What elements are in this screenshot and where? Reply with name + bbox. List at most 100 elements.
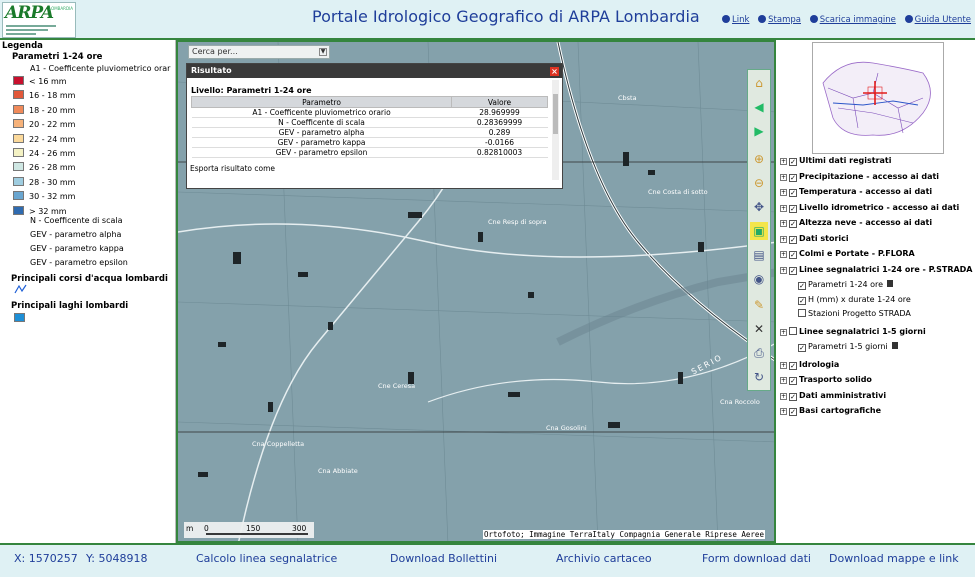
result-scrollbar[interactable] <box>552 80 559 180</box>
layer-checkbox[interactable]: ✓ <box>798 344 806 352</box>
layer-checkbox[interactable]: ✓ <box>789 266 797 275</box>
layer-tree-item[interactable]: Stazioni Progetto STRADA <box>798 309 911 318</box>
measure-icon[interactable]: ✎ <box>750 296 768 314</box>
select-icon[interactable]: ▤ <box>750 246 768 264</box>
layer-tree-item[interactable]: ✓ Parametri 1-5 giorni <box>798 342 898 352</box>
result-param-cell: GEV - parametro kappa <box>191 137 452 148</box>
layer-tree-item[interactable]: + ✓ Basi cartografiche <box>780 406 881 416</box>
layer-checkbox[interactable] <box>798 309 806 317</box>
link-icon <box>722 15 731 23</box>
layer-tree-item[interactable]: + ✓ Temperatura - accesso ai dati <box>780 187 932 197</box>
search-select[interactable]: Cerca per... ▼ <box>188 45 330 59</box>
link-link[interactable]: Link <box>722 15 749 25</box>
layer-checkbox[interactable]: ✓ <box>789 408 797 416</box>
layer-tree-item[interactable]: + ✓ Linee segnalatrici 1-24 ore - P.STRADA <box>780 265 973 275</box>
layer-tree-item[interactable]: + ✓ Idrologia <box>780 360 839 370</box>
overview-map[interactable] <box>812 42 944 154</box>
user-guide-link[interactable]: Guida Utente <box>904 15 971 25</box>
layer-tree-item[interactable]: + ✓ Altezza neve - accesso ai dati <box>780 218 932 228</box>
identify-icon[interactable]: ▣ <box>750 222 768 240</box>
legend-swatch <box>13 191 24 201</box>
table-row: GEV - parametro kappa -0.0166 <box>191 137 548 148</box>
layer-checkbox[interactable]: ✓ <box>789 189 797 197</box>
layer-checkbox[interactable]: ✓ <box>789 251 797 259</box>
user-guide-label: Guida Utente <box>914 15 971 25</box>
map-place-label: Cne Resp di sopra <box>488 218 547 226</box>
header: ARPA LOMBARDIA Portale Idrologico Geogra… <box>0 0 975 40</box>
layer-checkbox[interactable]: ✓ <box>789 361 797 370</box>
map-attribution: Ortofoto; Immagine TerraItaly Compagnia … <box>483 530 765 539</box>
expand-icon[interactable]: + <box>780 392 787 400</box>
scale-label-150: 150 <box>246 524 261 533</box>
arpa-logo[interactable]: ARPA LOMBARDIA <box>2 2 76 38</box>
archivio-cartaceo-link[interactable]: Archivio cartaceo <box>556 552 652 565</box>
layer-tree-item[interactable]: ✓ H (mm) x durate 1-24 ore <box>798 295 911 305</box>
layer-tree-item[interactable]: + Linee segnalatrici 1-5 giorni <box>780 326 926 336</box>
calcolo-linea-link[interactable]: Calcolo linea segnalatrice <box>196 552 337 565</box>
legend-class-label: 28 - 30 mm <box>29 177 76 187</box>
expand-icon[interactable]: + <box>780 173 787 181</box>
back-arrow-icon[interactable]: ◀ <box>750 98 768 116</box>
export-results-link[interactable]: Esporta risultato come <box>190 164 275 173</box>
chevron-down-icon[interactable]: ▼ <box>319 48 327 56</box>
expand-icon[interactable]: + <box>780 361 787 369</box>
expand-icon[interactable]: + <box>780 251 787 258</box>
layer-tree-item[interactable]: + ✓ Precipitazione - accesso ai dati <box>780 172 939 182</box>
table-row: A1 - Coefficente pluviometrico orario 28.… <box>191 107 548 118</box>
info-icon[interactable] <box>891 342 898 349</box>
zoom-in-icon[interactable]: ⊕ <box>750 150 768 168</box>
legend-class-label: 20 - 22 mm <box>29 120 76 130</box>
expand-icon[interactable]: + <box>780 235 787 243</box>
layer-label: Idrologia <box>799 359 840 369</box>
legend-class-label: > 32 mm <box>29 206 67 216</box>
zoom-out-icon[interactable]: ⊖ <box>750 174 768 192</box>
layer-tree-item[interactable]: + ✓ Colmi e Portate - P.FLORA <box>780 249 915 259</box>
layer-checkbox[interactable]: ✓ <box>789 220 797 228</box>
layer-checkbox[interactable]: ✓ <box>789 173 797 182</box>
expand-icon[interactable]: + <box>780 328 787 336</box>
layer-checkbox[interactable]: ✓ <box>789 392 797 401</box>
layer-tree-item[interactable]: + ✓ Dati storici <box>780 234 849 244</box>
pan-icon[interactable]: ✥ <box>750 198 768 216</box>
map-view[interactable]: Cbsta Cne Costa di sotto Cne Resp di sopra… <box>176 40 776 543</box>
layer-label: Ultimi dati registrati <box>799 156 892 165</box>
legend-class: > 32 mm <box>13 205 67 216</box>
xy-coordinate-icon[interactable]: ✕ <box>750 320 768 338</box>
layer-checkbox[interactable]: ✓ <box>798 296 806 305</box>
map-place-label: Cne Costa di sotto <box>648 188 708 196</box>
layer-tree-item[interactable]: ✓ Parametri 1-24 ore <box>798 280 894 290</box>
home-icon[interactable]: ⌂ <box>750 74 768 92</box>
map-place-label: Cne Ceresa <box>378 382 416 390</box>
layer-checkbox[interactable]: ✓ <box>789 158 797 166</box>
info-icon[interactable]: ◉ <box>750 270 768 288</box>
refresh-icon[interactable]: ↻ <box>750 368 768 386</box>
expand-icon[interactable]: + <box>780 408 787 415</box>
layer-checkbox[interactable] <box>789 326 797 335</box>
download-bollettini-link[interactable]: Download Bollettini <box>390 552 497 565</box>
expand-icon[interactable]: + <box>780 158 787 165</box>
info-icon[interactable] <box>887 280 894 287</box>
download-mappe-link[interactable]: Download mappe e link <box>829 552 959 565</box>
expand-icon[interactable]: + <box>780 266 787 274</box>
close-icon[interactable]: × <box>550 67 559 76</box>
print-map-icon[interactable]: ⎙ <box>750 344 768 362</box>
expand-icon[interactable]: + <box>780 189 787 196</box>
expand-icon[interactable]: + <box>780 377 787 384</box>
expand-icon[interactable]: + <box>780 220 787 227</box>
print-link[interactable]: Stampa <box>758 15 801 25</box>
scrollbar-thumb[interactable] <box>553 94 558 134</box>
layer-checkbox[interactable]: ✓ <box>789 377 797 385</box>
expand-icon[interactable]: + <box>780 204 787 212</box>
layer-tree-item[interactable]: + ✓ Dati amministrativi <box>780 391 886 401</box>
download-image-link[interactable]: Scarica immagine <box>809 15 896 25</box>
forward-arrow-icon[interactable]: ▶ <box>750 122 768 140</box>
result-param-cell: GEV - parametro epsilon <box>191 147 452 158</box>
legend-panel: Legenda Parametri 1-24 ore A1 - Coeffice… <box>0 40 176 543</box>
layer-checkbox[interactable]: ✓ <box>789 235 797 244</box>
layer-tree-item[interactable]: + ✓ Livello idrometrico - accesso ai dati <box>780 203 959 213</box>
layer-checkbox[interactable]: ✓ <box>798 282 806 290</box>
layer-tree-item[interactable]: + ✓ Ultimi dati registrati <box>780 156 891 166</box>
form-download-link[interactable]: Form download dati <box>702 552 811 565</box>
layer-checkbox[interactable]: ✓ <box>789 204 797 213</box>
layer-tree-item[interactable]: + ✓ Trasporto solido <box>780 375 872 385</box>
